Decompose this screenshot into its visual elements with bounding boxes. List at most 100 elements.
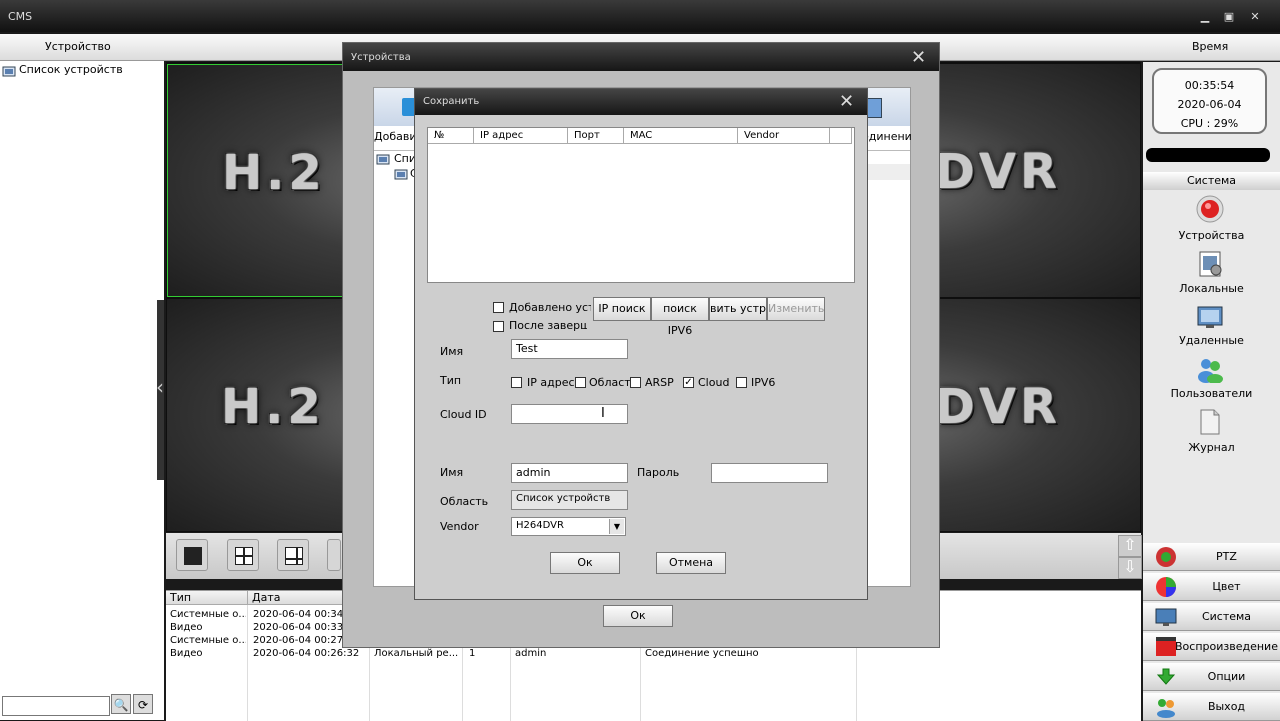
- color-button[interactable]: Цвет: [1143, 573, 1280, 601]
- clock-display: 00:35:54 2020-06-04 CPU : 29%: [1152, 68, 1267, 134]
- device-tree-panel: Список устройств: [0, 61, 164, 720]
- log-cell-description: Соединение успешно: [645, 648, 759, 659]
- search-icon[interactable]: 🔍: [111, 694, 131, 714]
- type-ipv6-checkbox[interactable]: [736, 377, 747, 388]
- remote-config-icon[interactable]: [1196, 303, 1224, 331]
- added-label: Добавлено устро: [509, 301, 591, 314]
- add-device-button[interactable]: вить устрой: [709, 297, 767, 321]
- type-cloud-label: Cloud: [698, 376, 730, 389]
- type-area-checkbox[interactable]: [575, 377, 586, 388]
- sidebar-item-devices[interactable]: Устройства: [1143, 229, 1280, 242]
- exit-button[interactable]: Выход: [1143, 693, 1280, 721]
- sidebar-item-remote[interactable]: Удаленные: [1143, 334, 1280, 347]
- save-ok-button[interactable]: Ок: [550, 552, 620, 574]
- tile-3-text: H.2: [221, 379, 325, 435]
- users-icon[interactable]: [1196, 355, 1224, 384]
- minimize-button[interactable]: ▁: [1198, 10, 1212, 23]
- type-label: Тип: [440, 374, 462, 387]
- search-input[interactable]: [2, 696, 110, 716]
- username-input[interactable]: admin: [511, 463, 628, 483]
- name-input[interactable]: Test: [511, 339, 628, 359]
- col-mac[interactable]: MAC: [624, 128, 738, 144]
- log-cell-channel: 1: [469, 648, 476, 659]
- local-config-icon[interactable]: [1196, 250, 1224, 278]
- ptz-button[interactable]: PTZ: [1143, 543, 1280, 571]
- tile-1-text: H.2: [222, 145, 326, 201]
- col-vendor[interactable]: Vendor: [738, 128, 830, 144]
- username-label: Имя: [440, 466, 464, 479]
- close-button[interactable]: ✕: [1248, 10, 1262, 23]
- added-checkbox[interactable]: [493, 302, 504, 313]
- search-results-table: № IP адрес Порт MAC Vendor: [427, 127, 855, 283]
- col-extra: [830, 128, 852, 144]
- vendor-select[interactable]: H264DVR ▼: [511, 517, 626, 536]
- chevron-down-icon[interactable]: ▼: [609, 519, 624, 534]
- exit-label: Выход: [1207, 700, 1246, 713]
- system-button[interactable]: Система: [1143, 603, 1280, 631]
- collapse-arrow-icon[interactable]: ‹: [156, 375, 164, 399]
- connect-label: единени: [862, 130, 912, 143]
- sidebar-item-journal[interactable]: Журнал: [1143, 441, 1280, 454]
- vendor-label: Vendor: [440, 520, 479, 533]
- cloud-id-label: Cloud ID: [440, 408, 487, 421]
- scroll-up-icon[interactable]: ⇧: [1118, 535, 1142, 557]
- log-row[interactable]: Видео 2020-06-04 00:26:32 Локальный ре..…: [166, 648, 1141, 661]
- log-cell-type: Системные о...: [170, 635, 246, 646]
- options-label: Опции: [1207, 670, 1246, 683]
- refresh-icon[interactable]: ⟳: [133, 694, 153, 714]
- ipv6-search-button[interactable]: поиск IPV6: [651, 297, 709, 337]
- after-complete-checkbox[interactable]: [493, 321, 504, 332]
- type-cloud-checkbox[interactable]: ✓: [683, 377, 694, 388]
- sidebar-item-users[interactable]: Пользователи: [1143, 387, 1280, 400]
- title-bar: CMS ▁ ▣ ✕: [0, 0, 1280, 32]
- scroll-down-icon[interactable]: ⇩: [1118, 557, 1142, 579]
- menu-time[interactable]: Время: [1192, 40, 1228, 53]
- menu-device[interactable]: Устройство: [45, 40, 111, 53]
- type-ip-label: IP адрес: [527, 376, 575, 389]
- layout-4-icon: [235, 547, 253, 565]
- log-cell-user: admin: [515, 648, 547, 659]
- type-arsp-label: ARSP: [645, 376, 674, 389]
- log-cell-type: Видео: [170, 622, 203, 633]
- devices-dialog-titlebar: Устройства ✕: [343, 43, 939, 71]
- devices-icon[interactable]: [1196, 195, 1224, 223]
- type-ip-checkbox[interactable]: [511, 377, 522, 388]
- layout-1-button[interactable]: [176, 539, 208, 571]
- log-cell-date: 2020-06-04 00:34:0: [253, 609, 343, 620]
- layout-9-button[interactable]: [327, 539, 341, 571]
- status-bar: [1146, 148, 1270, 162]
- type-ipv6-label: IPV6: [751, 376, 776, 389]
- cpu-usage: CPU : 29%: [1180, 117, 1239, 130]
- layout-6-button[interactable]: [277, 539, 309, 571]
- save-dialog: Сохранить ✕ № IP адрес Порт MAC Vendor Д…: [414, 88, 868, 600]
- col-port[interactable]: Порт: [568, 128, 624, 144]
- journal-icon[interactable]: [1196, 408, 1224, 436]
- system-header: Система: [1143, 172, 1280, 190]
- area-label: Область: [440, 495, 489, 508]
- ip-search-button[interactable]: IP поиск: [593, 297, 651, 321]
- playback-button[interactable]: Воспроизведение: [1143, 633, 1280, 661]
- clock-time: 00:35:54: [1184, 79, 1235, 92]
- type-arsp-checkbox[interactable]: [630, 377, 641, 388]
- log-header-type[interactable]: Тип: [166, 591, 248, 605]
- tree-root-label[interactable]: Список устройств: [19, 63, 123, 76]
- options-button[interactable]: Опции: [1143, 663, 1280, 691]
- log-cell-type: Системные о...: [170, 609, 246, 620]
- cloud-id-input[interactable]: [511, 404, 628, 424]
- after-complete-label: После заверш: [509, 319, 587, 332]
- window-title: CMS: [8, 10, 33, 23]
- password-input[interactable]: [711, 463, 828, 483]
- layout-4-button[interactable]: [227, 539, 259, 571]
- edit-button[interactable]: Изменить: [767, 297, 825, 321]
- devices-ok-button[interactable]: Ок: [603, 605, 673, 627]
- sidebar-item-local[interactable]: Локальные: [1143, 282, 1280, 295]
- devices-dialog-close-icon[interactable]: ✕: [911, 49, 926, 67]
- layout-1-icon: [184, 547, 202, 565]
- col-number[interactable]: №: [428, 128, 474, 144]
- save-cancel-button[interactable]: Отмена: [656, 552, 726, 574]
- system-label: Система: [1201, 610, 1252, 623]
- col-ip[interactable]: IP адрес: [474, 128, 568, 144]
- playback-label: Воспроизведение: [1175, 640, 1278, 653]
- maximize-button[interactable]: ▣: [1222, 10, 1236, 23]
- save-dialog-close-icon[interactable]: ✕: [839, 93, 854, 111]
